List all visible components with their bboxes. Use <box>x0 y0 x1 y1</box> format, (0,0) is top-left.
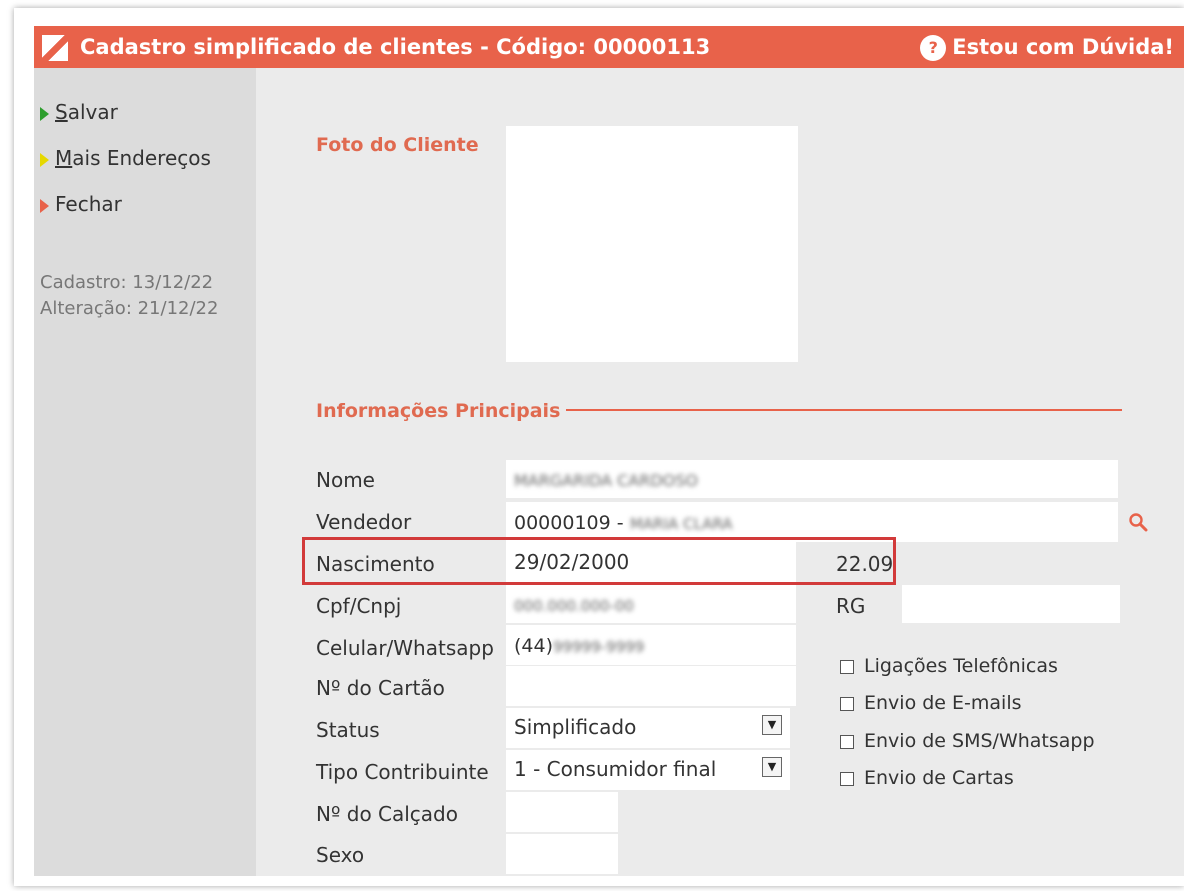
created-date: Cadastro: 13/12/22 <box>40 272 214 293</box>
sms-whatsapp-checkbox[interactable]: Envio de SMS/Whatsapp <box>840 730 1095 752</box>
play-icon <box>40 106 49 121</box>
sms-whatsapp-label: Envio de SMS/Whatsapp <box>864 730 1095 752</box>
customer-photo[interactable] <box>506 126 798 362</box>
phone-prefix: (44) <box>514 635 554 657</box>
taxpayer-type-dropdown-button[interactable]: ▼ <box>762 757 782 777</box>
title-bar: Cadastro simplificado de clientes - Códi… <box>34 26 1184 68</box>
photo-section-title: Foto do Cliente <box>316 134 479 156</box>
status-select[interactable]: Simplificado <box>506 708 790 748</box>
seller-label: Vendedor <box>316 510 412 534</box>
checkbox-box[interactable] <box>840 734 854 749</box>
cpf-value: 000.000.000-00 <box>514 597 634 615</box>
email-label: Envio de E-mails <box>864 692 1022 714</box>
save-button[interactable]: Salvar <box>40 100 118 124</box>
save-label: Salvar <box>55 100 118 124</box>
more-addresses-button[interactable]: Mais Endereços <box>40 146 211 170</box>
help-label: Estou com Dúvida! <box>952 35 1174 59</box>
name-label: Nome <box>316 468 375 492</box>
phone-number: 99999-9999 <box>553 638 645 656</box>
taxpayer-type-value: 1 - Consumidor final <box>514 757 717 781</box>
highlight-annotation <box>302 537 896 585</box>
seller-name: MARIA CLARA <box>629 515 733 533</box>
section-divider <box>566 409 1122 411</box>
question-bubble-icon: ? <box>920 35 947 61</box>
help-button[interactable]: ? Estou com Dúvida! <box>920 26 1174 68</box>
status-dropdown-button[interactable]: ▼ <box>762 715 782 735</box>
modified-date: Alteração: 21/12/22 <box>40 298 219 319</box>
cpf-field[interactable]: 000.000.000-00 <box>506 585 796 623</box>
checkbox-box[interactable] <box>840 659 854 674</box>
close-button[interactable]: Fechar <box>40 192 122 216</box>
rg-label: RG <box>836 594 866 618</box>
phone-field[interactable]: (44)99999-9999 <box>506 625 796 665</box>
status-value: Simplificado <box>514 715 637 739</box>
window-title: Cadastro simplificado de clientes - Códi… <box>80 35 711 59</box>
seller-code: 00000109 - <box>514 512 624 534</box>
checkbox-box[interactable] <box>840 771 854 786</box>
letters-checkbox[interactable]: Envio de Cartas <box>840 767 1014 789</box>
shoe-size-label: Nº do Calçado <box>316 802 458 826</box>
info-section-title: Informações Principais <box>316 400 561 422</box>
card-label: Nº do Cartão <box>316 676 445 700</box>
checkbox-box[interactable] <box>840 696 854 711</box>
play-icon <box>40 152 49 167</box>
phone-label: Celular/Whatsapp <box>316 636 494 660</box>
shoe-size-field[interactable] <box>506 792 618 832</box>
card-field[interactable] <box>506 666 796 706</box>
close-label: Fechar <box>55 192 122 216</box>
taxpayer-type-select[interactable]: 1 - Consumidor final <box>506 750 790 790</box>
search-icon[interactable] <box>1128 512 1148 532</box>
phone-calls-checkbox[interactable]: Ligações Telefônicas <box>840 655 1058 677</box>
name-field[interactable]: MARGARIDA CARDOSO <box>506 460 1118 498</box>
sex-field[interactable] <box>506 834 618 874</box>
sex-label: Sexo <box>316 843 365 867</box>
email-checkbox[interactable]: Envio de E-mails <box>840 692 1022 714</box>
phone-calls-label: Ligações Telefônicas <box>864 655 1058 677</box>
seller-field[interactable]: 00000109 - MARIA CLARA <box>506 502 1118 542</box>
cpf-label: Cpf/Cnpj <box>316 594 402 618</box>
more-addresses-label: Mais Endereços <box>55 146 211 170</box>
letters-label: Envio de Cartas <box>864 767 1014 789</box>
name-value: MARGARIDA CARDOSO <box>514 471 699 490</box>
rg-field[interactable] <box>902 585 1120 623</box>
taxpayer-type-label: Tipo Contribuinte <box>316 760 489 784</box>
play-icon <box>40 198 49 213</box>
app-logo-icon <box>42 35 68 61</box>
status-label: Status <box>316 718 380 742</box>
sidebar <box>34 68 256 876</box>
